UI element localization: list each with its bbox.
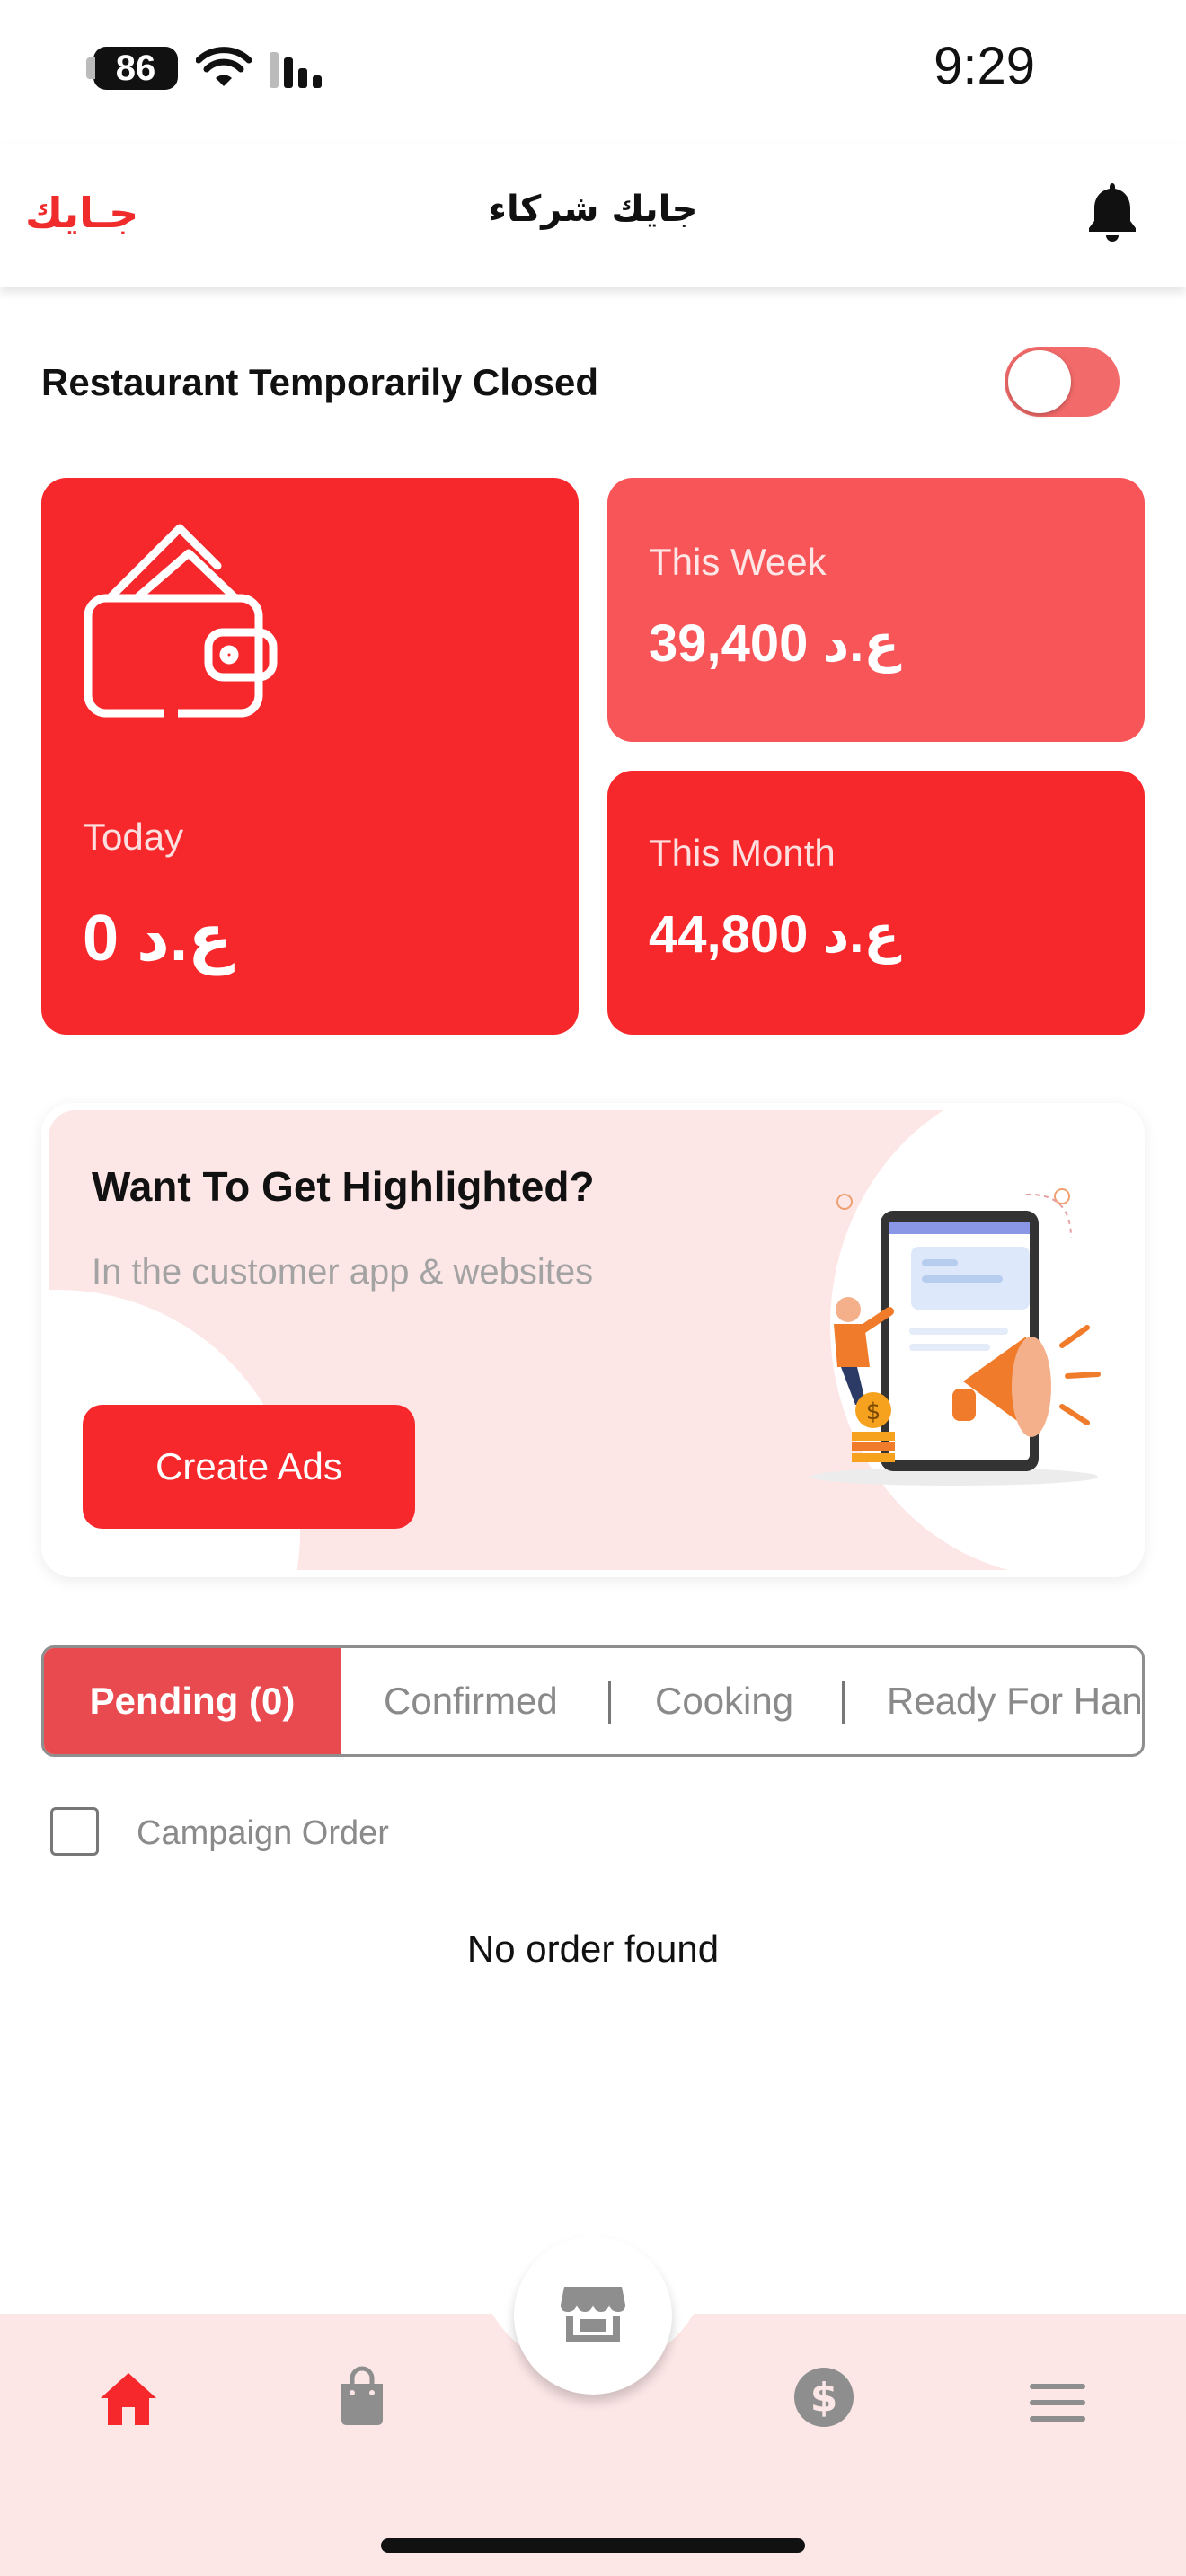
battery-level: 86 <box>115 49 156 88</box>
week-value: 39,400 ع.د <box>649 614 900 673</box>
today-earnings-card[interactable]: Today 0 ع.د <box>41 478 579 1035</box>
menu-icon[interactable] <box>1026 2371 1089 2434</box>
toggle-knob <box>1008 350 1071 413</box>
month-earnings-card[interactable]: This Month 44,800 ع.د <box>607 771 1145 1035</box>
store-icon <box>561 2287 625 2342</box>
week-label: This Week <box>649 541 827 583</box>
tab-cooking[interactable]: Cooking <box>655 1648 793 1754</box>
month-value: 44,800 ع.د <box>649 905 900 964</box>
home-indicator <box>381 2538 805 2553</box>
promo-title: Want To Get Highlighted? <box>92 1163 595 1210</box>
advertising-illustration: $ <box>810 1188 1101 1486</box>
create-ads-button[interactable]: Create Ads <box>83 1405 415 1529</box>
svg-text:$: $ <box>810 2375 838 2421</box>
store-button[interactable] <box>514 2236 672 2395</box>
today-value: 0 ع.د <box>83 903 233 975</box>
week-earnings-card[interactable]: This Week 39,400 ع.د <box>607 478 1145 742</box>
tab-pending[interactable]: Pending (0) <box>44 1648 341 1754</box>
wallet-icon <box>84 524 278 720</box>
signal-icon <box>270 52 322 88</box>
tab-divider <box>608 1681 611 1724</box>
today-label: Today <box>83 816 184 858</box>
wifi-icon <box>196 47 252 86</box>
tab-divider <box>842 1681 845 1724</box>
promo-banner: Want To Get Highlighted? In the customer… <box>41 1103 1145 1577</box>
page-title: جايك شركاء <box>488 189 698 230</box>
campaign-order-checkbox[interactable] <box>50 1807 99 1856</box>
dollar-icon[interactable]: $ <box>792 2366 855 2429</box>
shopping-bag-icon[interactable] <box>331 2364 394 2427</box>
home-icon[interactable] <box>97 2368 160 2430</box>
empty-orders-message: No order found <box>466 1928 720 1970</box>
order-status-tabs: Pending (0) Confirmed Cooking Ready For … <box>41 1645 1145 1757</box>
restaurant-closed-label: Restaurant Temporarily Closed <box>41 361 599 403</box>
restaurant-closed-toggle[interactable] <box>1005 347 1120 417</box>
tab-confirmed[interactable]: Confirmed <box>384 1648 558 1754</box>
bell-icon[interactable] <box>1084 180 1141 244</box>
status-bar: 86 9:29 <box>0 0 1186 144</box>
promo-subtitle: In the customer app & websites <box>92 1252 594 1292</box>
status-time: 9:29 <box>934 37 1035 95</box>
campaign-order-label[interactable]: Campaign Order <box>137 1814 389 1853</box>
svg-text:$: $ <box>866 1398 881 1425</box>
app-header: جـايك جايك شركاء <box>0 144 1186 287</box>
battery-indicator: 86 <box>86 47 178 90</box>
month-label: This Month <box>649 832 836 874</box>
tab-ready-for-handover[interactable]: Ready For Han <box>887 1648 1142 1754</box>
